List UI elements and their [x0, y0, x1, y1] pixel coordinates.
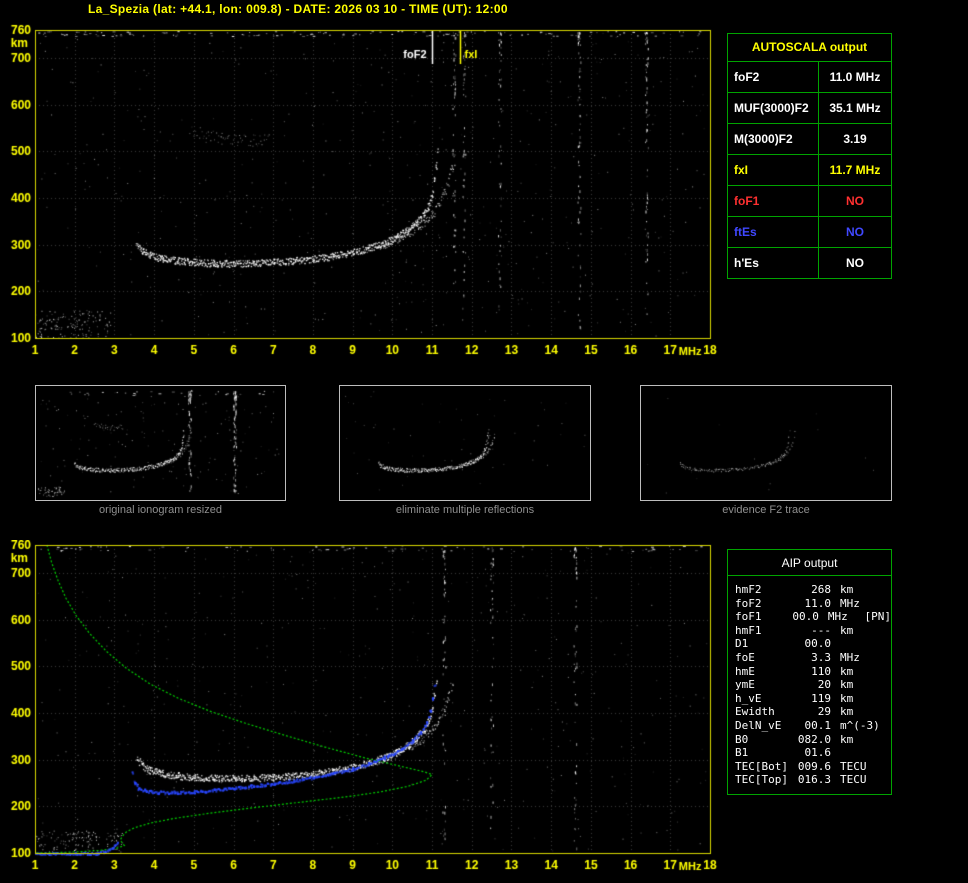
aip-name: Ewidth — [735, 705, 775, 719]
table-row: M(3000)F2 3.19 — [728, 124, 891, 155]
aip-value: 119 — [811, 691, 831, 705]
table-row: ymE 20 km — [728, 678, 891, 692]
aip-name: foE — [735, 650, 755, 664]
restored-ionogram-plot — [0, 540, 720, 883]
row-value: 11.7 MHz — [829, 163, 881, 177]
row-label: ftEs — [728, 217, 819, 247]
table-row: hmE 110 km — [728, 665, 891, 679]
aip-value: 01.6 — [804, 746, 832, 760]
aip-value: 00.1 — [804, 718, 832, 732]
row-value: NO — [846, 225, 864, 239]
table-row: foF2 11.0 MHz — [728, 62, 891, 93]
aip-value: 016.3 — [797, 773, 831, 787]
aip-value: 3.3 — [811, 650, 831, 664]
aip-unit: km — [840, 732, 854, 746]
aip-unit: TECU — [840, 773, 867, 787]
aip-name: hmF1 — [735, 623, 762, 637]
aip-name: hmE — [735, 664, 755, 678]
aip-name: TEC[Top] — [735, 773, 788, 787]
table-row: ftEs NO — [728, 217, 891, 248]
table-row: h'Es NO — [728, 248, 891, 278]
row-label: foF2 — [728, 62, 819, 92]
aip-value: 082.0 — [797, 732, 831, 746]
table-row: Ewidth 29 km — [728, 705, 891, 719]
aip-name: hmF2 — [735, 583, 762, 596]
aip-name: ymE — [735, 678, 755, 692]
station-date-title: La_Spezia (lat: +44.1, lon: 009.8) - DAT… — [88, 2, 508, 16]
aip-output-panel: AIP output hmF2 268 km foF2 11.0 MHz foF1 00.0 M… — [727, 549, 892, 795]
aip-unit: km — [840, 664, 854, 678]
aip-unit: TECU — [840, 759, 867, 773]
aip-name: B0 — [735, 732, 749, 746]
table-row: TEC[Bot] 009.6 TECU — [728, 760, 891, 774]
table-row: foF1 00.0 MHz [PN] — [728, 610, 891, 624]
row-value: 3.19 — [843, 132, 867, 146]
table-row: fxI 11.7 MHz — [728, 155, 891, 186]
thumbnail-evidence-f2-trace — [640, 385, 892, 501]
table-row: hmF2 268 km — [728, 583, 891, 597]
row-label: MUF(3000)F2 — [728, 93, 819, 123]
row-value: NO — [846, 194, 864, 208]
thumbnail-original-ionogram — [35, 385, 286, 501]
table-row: TEC[Top] 016.3 TECU — [728, 773, 891, 787]
autoscala-panel-title: AUTOSCALA output — [728, 34, 891, 62]
thumbnail-caption: eliminate multiple reflections — [395, 504, 535, 516]
aip-name: h_vE — [735, 691, 762, 705]
aip-unit — [840, 746, 882, 760]
aip-extra: [PN] — [864, 610, 892, 624]
table-row: foE 3.3 MHz — [728, 651, 891, 665]
aip-value: 11.0 — [804, 596, 832, 610]
aip-panel-title: AIP output — [728, 550, 891, 576]
aip-name: D1 — [735, 637, 749, 651]
row-label: foF1 — [728, 186, 819, 216]
aip-value: 009.6 — [797, 759, 831, 773]
aip-value: 00.0 — [792, 610, 819, 624]
aip-unit: km — [840, 623, 854, 637]
aip-unit: km — [840, 583, 854, 596]
table-row: foF1 NO — [728, 186, 891, 217]
table-row: h_vE 119 km — [728, 692, 891, 706]
table-row: foF2 11.0 MHz — [728, 597, 891, 611]
aip-unit: km — [840, 691, 854, 705]
aip-unit: MHz — [840, 650, 860, 664]
table-row: hmF1 --- km — [728, 624, 891, 638]
row-value: 11.0 MHz — [829, 70, 881, 84]
aip-name: foF1 — [735, 610, 762, 624]
row-label: h'Es — [728, 248, 819, 278]
aip-value: 110 — [811, 664, 831, 678]
table-row: D1 00.0 — [728, 637, 891, 651]
aip-name: B1 — [735, 746, 749, 760]
thumbnail-eliminate-reflections — [339, 385, 591, 501]
row-value: 35.1 MHz — [829, 101, 881, 115]
aip-unit: km — [840, 705, 854, 719]
row-value: NO — [846, 256, 864, 270]
aip-unit: MHz — [840, 596, 860, 610]
aip-value: 268 — [811, 583, 831, 596]
aip-name: foF2 — [735, 596, 762, 610]
aip-rows-container: hmF2 268 km foF2 11.0 MHz foF1 00.0 MHz [PN] hmF1-… — [728, 583, 891, 787]
table-row: B1 01.6 — [728, 746, 891, 760]
row-label: M(3000)F2 — [728, 124, 819, 154]
aip-value: --- — [811, 623, 831, 637]
aip-name: TEC[Bot] — [735, 759, 788, 773]
aip-unit: km — [840, 678, 854, 692]
thumbnail-caption: original ionogram resized — [99, 504, 222, 516]
table-row: B0 082.0 km — [728, 733, 891, 747]
table-row: DelN_vE 00.1 m^(-3) — [728, 719, 891, 733]
main-ionogram-plot — [0, 22, 720, 364]
row-label: fxI — [728, 155, 819, 185]
aip-unit: m^(-3) — [840, 718, 880, 732]
aip-unit: MHz — [827, 610, 848, 624]
aip-unit — [840, 637, 882, 651]
aip-value: 20 — [817, 678, 831, 692]
aip-name: DelN_vE — [735, 718, 782, 732]
aip-value: 29 — [817, 705, 831, 719]
autoscala-output-panel: AUTOSCALA output foF2 11.0 MHz MUF(3000)… — [727, 33, 892, 279]
table-row: MUF(3000)F2 35.1 MHz — [728, 93, 891, 124]
thumbnail-caption: evidence F2 trace — [722, 504, 810, 516]
aip-value: 00.0 — [804, 637, 832, 651]
